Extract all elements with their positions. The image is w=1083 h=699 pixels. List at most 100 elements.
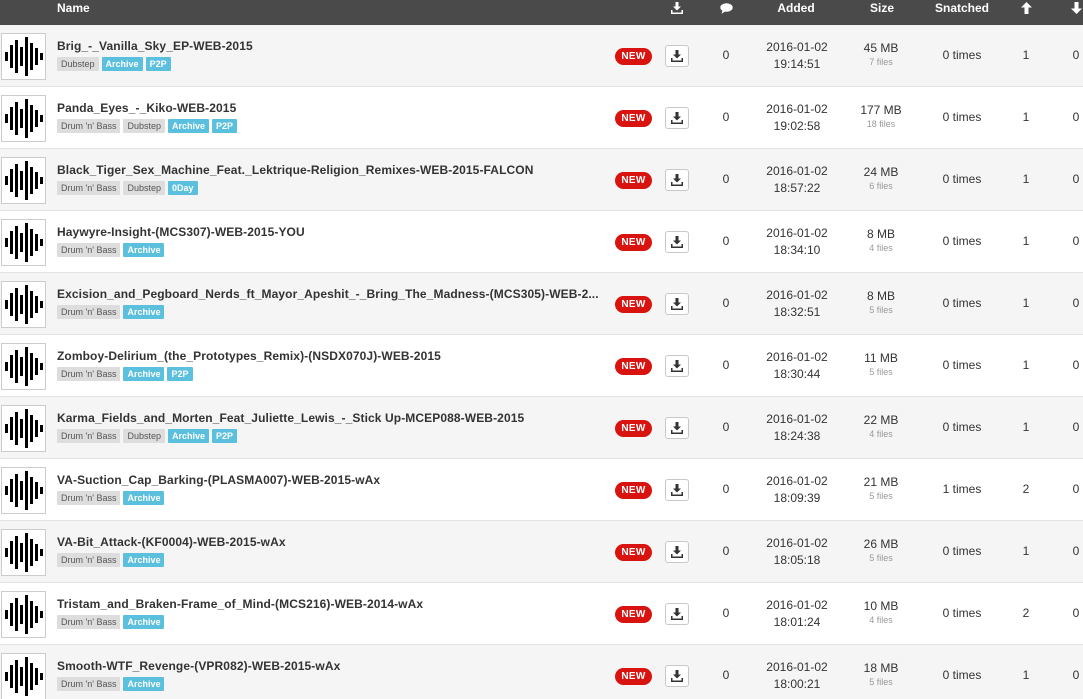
source-tag[interactable]: P2P <box>212 119 238 133</box>
comment-count[interactable]: 0 <box>716 606 736 620</box>
source-tag[interactable]: P2P <box>145 57 171 71</box>
comment-count[interactable]: 0 <box>716 358 736 372</box>
seeders-count[interactable]: 2 <box>1016 482 1036 496</box>
comment-count[interactable]: 0 <box>716 482 736 496</box>
album-thumbnail[interactable] <box>1 157 46 204</box>
seeders-count[interactable]: 1 <box>1016 110 1036 124</box>
leechers-count[interactable]: 0 <box>1066 544 1083 558</box>
source-tag[interactable]: Archive <box>167 119 210 133</box>
torrent-title-link[interactable]: Excision_and_Pegboard_Nerds_ft_Mayor_Ape… <box>57 287 602 301</box>
album-thumbnail[interactable] <box>1 343 46 390</box>
column-header-added[interactable]: Added <box>760 0 832 25</box>
seeders-count[interactable]: 1 <box>1016 358 1036 372</box>
file-count[interactable]: 5 files <box>850 552 912 564</box>
torrent-title-link[interactable]: Karma_Fields_and_Morten_Feat_Juliette_Le… <box>57 411 602 425</box>
leechers-count[interactable]: 0 <box>1066 668 1083 682</box>
genre-tag[interactable]: Dubstep <box>57 57 99 71</box>
album-thumbnail[interactable] <box>1 281 46 328</box>
column-header-name[interactable]: Name <box>57 0 90 25</box>
source-tag[interactable]: Archive <box>123 367 165 381</box>
comment-count[interactable]: 0 <box>716 234 736 248</box>
comment-count[interactable]: 0 <box>716 110 736 124</box>
download-button[interactable] <box>665 479 689 501</box>
comment-count[interactable]: 0 <box>716 668 736 682</box>
download-button[interactable] <box>665 293 689 315</box>
seeders-count[interactable]: 1 <box>1016 48 1036 62</box>
torrent-title-link[interactable]: Smooth-WTF_Revenge-(VPR082)-WEB-2015-wAx <box>57 659 602 673</box>
leechers-count[interactable]: 0 <box>1066 482 1083 496</box>
leechers-count[interactable]: 0 <box>1066 172 1083 186</box>
torrent-title-link[interactable]: Zomboy-Delirium_(the_Prototypes_Remix)-(… <box>57 349 602 363</box>
seeders-count[interactable]: 1 <box>1016 544 1036 558</box>
source-tag[interactable]: P2P <box>212 429 238 443</box>
album-thumbnail[interactable] <box>1 529 46 576</box>
column-header-snatched[interactable]: Snatched <box>928 0 996 25</box>
comment-count[interactable]: 0 <box>716 172 736 186</box>
file-count[interactable]: 5 files <box>850 490 912 502</box>
comment-count[interactable]: 0 <box>716 420 736 434</box>
file-count[interactable]: 5 files <box>850 366 912 378</box>
source-tag[interactable]: Archive <box>101 57 143 71</box>
download-button[interactable] <box>665 231 689 253</box>
download-button[interactable] <box>665 417 689 439</box>
genre-tag[interactable]: Drum 'n' Bass <box>57 491 121 505</box>
seeders-count[interactable]: 1 <box>1016 668 1036 682</box>
download-button[interactable] <box>665 355 689 377</box>
torrent-title-link[interactable]: Black_Tiger_Sex_Machine_Feat._Lektrique-… <box>57 163 602 177</box>
source-tag[interactable]: Archive <box>123 491 165 505</box>
genre-tag[interactable]: Drum 'n' Bass <box>57 553 121 567</box>
comment-count[interactable]: 0 <box>716 48 736 62</box>
source-tag[interactable]: P2P <box>167 367 193 381</box>
file-count[interactable]: 4 files <box>850 614 912 626</box>
leechers-count[interactable]: 0 <box>1066 358 1083 372</box>
album-thumbnail[interactable] <box>1 33 46 80</box>
source-tag[interactable]: Archive <box>123 615 165 629</box>
download-button[interactable] <box>665 603 689 625</box>
source-tag[interactable]: Archive <box>167 429 210 443</box>
album-thumbnail[interactable] <box>1 219 46 266</box>
source-tag[interactable]: 0Day <box>167 181 198 195</box>
album-thumbnail[interactable] <box>1 405 46 452</box>
leechers-count[interactable]: 0 <box>1066 296 1083 310</box>
source-tag[interactable]: Archive <box>123 243 165 257</box>
torrent-title-link[interactable]: VA-Suction_Cap_Barking-(PLASMA007)-WEB-2… <box>57 473 602 487</box>
file-count[interactable]: 4 files <box>850 242 912 254</box>
seeders-count[interactable]: 1 <box>1016 234 1036 248</box>
torrent-title-link[interactable]: Panda_Eyes_-_Kiko-WEB-2015 <box>57 101 602 115</box>
album-thumbnail[interactable] <box>1 591 46 638</box>
genre-tag[interactable]: Drum 'n' Bass <box>57 181 121 195</box>
source-tag[interactable]: Archive <box>123 305 165 319</box>
torrent-title-link[interactable]: Haywyre-Insight-(MCS307)-WEB-2015-YOU <box>57 225 602 239</box>
download-button[interactable] <box>665 169 689 191</box>
file-count[interactable]: 5 files <box>850 304 912 316</box>
source-tag[interactable]: Archive <box>123 553 165 567</box>
leechers-count[interactable]: 0 <box>1066 234 1083 248</box>
column-header-comments[interactable] <box>716 0 736 25</box>
genre-tag[interactable]: Drum 'n' Bass <box>57 615 121 629</box>
genre-tag[interactable]: Drum 'n' Bass <box>57 305 121 319</box>
seeders-count[interactable]: 1 <box>1016 420 1036 434</box>
seeders-count[interactable]: 2 <box>1016 606 1036 620</box>
leechers-count[interactable]: 0 <box>1066 420 1083 434</box>
seeders-count[interactable]: 1 <box>1016 172 1036 186</box>
file-count[interactable]: 7 files <box>850 56 912 68</box>
download-button[interactable] <box>665 107 689 129</box>
leechers-count[interactable]: 0 <box>1066 110 1083 124</box>
file-count[interactable]: 4 files <box>850 428 912 440</box>
column-header-size[interactable]: Size <box>858 0 906 25</box>
download-button[interactable] <box>665 45 689 67</box>
genre-tag[interactable]: Drum 'n' Bass <box>57 429 121 443</box>
torrent-title-link[interactable]: Brig_-_Vanilla_Sky_EP-WEB-2015 <box>57 39 602 53</box>
album-thumbnail[interactable] <box>1 95 46 142</box>
file-count[interactable]: 5 files <box>850 676 912 688</box>
column-header-leechers[interactable] <box>1068 0 1083 25</box>
comment-count[interactable]: 0 <box>716 544 736 558</box>
column-header-seeders[interactable] <box>1018 0 1034 25</box>
genre-tag[interactable]: Drum 'n' Bass <box>57 243 121 257</box>
genre-tag[interactable]: Dubstep <box>123 119 165 133</box>
download-button[interactable] <box>665 665 689 687</box>
file-count[interactable]: 6 files <box>850 180 912 192</box>
comment-count[interactable]: 0 <box>716 296 736 310</box>
source-tag[interactable]: Archive <box>123 677 165 691</box>
genre-tag[interactable]: Dubstep <box>123 429 165 443</box>
